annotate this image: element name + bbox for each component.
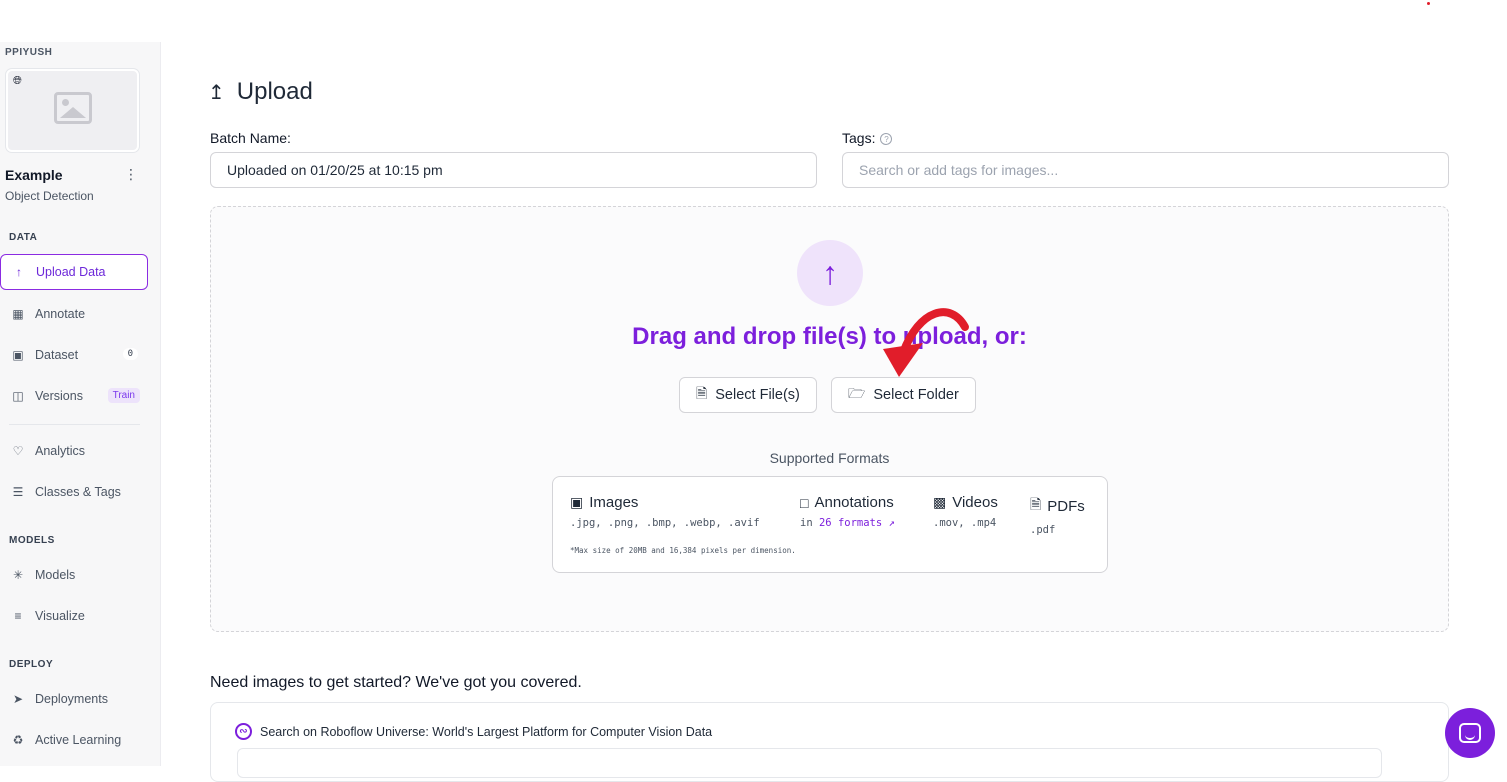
sidebar-item-label: Dataset <box>35 348 79 362</box>
chat-button[interactable] <box>1445 708 1495 758</box>
format-images-ext: .jpg, .png, .bmp, .webp, .avif <box>570 517 760 529</box>
analytics-icon: ♡ <box>12 444 24 458</box>
annotate-icon: ▦ <box>12 307 24 321</box>
universe-text: Search on Roboflow Universe: World's Lar… <box>260 724 713 739</box>
project-name: Example <box>5 167 63 183</box>
sidebar-item-models[interactable]: ✳ Models <box>0 557 148 593</box>
tags-input[interactable]: Search or add tags for images... <box>842 152 1449 188</box>
chat-icon <box>1459 723 1481 743</box>
image-placeholder-icon <box>54 92 92 124</box>
sidebar-item-visualize[interactable]: ≡ Visualize <box>0 598 148 634</box>
video-icon: ▩ <box>933 494 947 510</box>
folder-icon: 🗁︎ <box>848 385 866 401</box>
format-videos-title: Videos <box>952 494 998 511</box>
batch-name-input[interactable]: Uploaded on 01/20/25 at 10:15 pm <box>210 152 817 188</box>
page-title: ↥ Upload <box>208 78 313 106</box>
format-size-note: *Max size of 20MB and 16,384 pixels per … <box>570 546 796 555</box>
sidebar-item-label: Annotate <box>35 307 86 321</box>
sidebar-item-label: Classes & Tags <box>35 485 121 499</box>
sidebar-item-label: Analytics <box>35 444 86 458</box>
project-thumbnail[interactable]: 🌐︎ <box>6 69 139 152</box>
supported-formats-card: ▣ Images .jpg, .png, .bmp, .webp, .avif □… <box>552 476 1108 573</box>
sidebar-item-upload-data[interactable]: ↑ Upload Data <box>0 254 148 290</box>
upload-arrow-icon: ↑ <box>797 240 863 306</box>
help-icon[interactable]: ? <box>880 133 893 145</box>
section-data: DATA <box>9 232 38 243</box>
sidebar-item-label: Versions <box>35 389 83 403</box>
sidebar-divider <box>9 424 140 425</box>
file-icon: 🗎︎ <box>696 385 708 401</box>
versions-icon: ◫ <box>12 389 24 403</box>
sidebar-item-dataset[interactable]: ▣ Dataset 0 <box>0 337 148 373</box>
universe-row: ∾ Search on Roboflow Universe: World's L… <box>235 723 712 740</box>
annotation-icon: □ <box>800 494 809 511</box>
classes-icon: ☰ <box>12 485 24 499</box>
supported-formats-title: Supported Formats <box>769 450 890 466</box>
visualize-icon: ≡ <box>14 609 22 623</box>
upload-dropzone[interactable]: ↑ Drag and drop file(s) to upload, or: 🗎… <box>210 206 1449 632</box>
format-videos-ext: .mov, .mp4 <box>933 517 997 529</box>
train-badge: Train <box>107 388 140 403</box>
image-icon: ▣ <box>570 494 584 510</box>
globe-icon: 🌐︎ <box>13 75 22 87</box>
sidebar-item-label: Active Learning <box>35 733 122 747</box>
universe-logo-icon: ∾ <box>235 723 252 740</box>
upload-arrow-icon: ↥ <box>208 81 225 104</box>
section-deploy: DEPLOY <box>9 659 54 670</box>
sidebar-item-label: Visualize <box>35 609 85 623</box>
project-type: Object Detection <box>5 189 94 203</box>
format-annotations-ext: in 26 formats ↗ <box>800 517 895 529</box>
dataset-icon: ▣ <box>12 348 24 362</box>
active-learning-icon: ♻ <box>12 733 24 747</box>
page-title-text: Upload <box>236 78 313 105</box>
sidebar-item-versions[interactable]: ◫ Versions Train <box>0 378 148 414</box>
universe-card: ∾ Search on Roboflow Universe: World's L… <box>210 702 1449 782</box>
annotations-prefix: in <box>800 517 813 529</box>
drag-drop-text: Drag and drop file(s) to upload, or: <box>632 323 1027 350</box>
format-videos: ▩ Videos .mov, .mp4 <box>933 494 998 529</box>
sidebar-item-deployments[interactable]: ➤ Deployments <box>0 681 148 717</box>
tags-label: Tags:? <box>842 130 893 146</box>
sidebar-item-analytics[interactable]: ♡ Analytics <box>0 433 148 469</box>
workspace-name: PPIYUSH <box>5 47 53 58</box>
sidebar-item-label: Models <box>35 568 76 582</box>
annotation-arrow <box>883 308 969 377</box>
external-link-icon[interactable]: ↗ <box>889 517 895 529</box>
section-models: MODELS <box>9 535 55 546</box>
sidebar-item-label: Deployments <box>35 692 108 706</box>
format-annotations: □ Annotations in 26 formats ↗ <box>800 494 895 529</box>
need-images-heading: Need images to get started? We've got yo… <box>210 674 582 691</box>
annotation-formats-link[interactable]: 26 formats <box>819 517 882 529</box>
models-icon: ✳ <box>12 568 24 582</box>
format-images-title: Images <box>589 494 639 511</box>
universe-search-input[interactable] <box>237 748 1382 778</box>
select-folder-label: Select Folder <box>873 387 959 403</box>
format-pdfs: 🗎︎ PDFs .pdf <box>1030 494 1085 536</box>
format-pdfs-ext: .pdf <box>1030 524 1056 536</box>
format-annotations-title: Annotations <box>814 494 894 511</box>
format-pdfs-title: PDFs <box>1047 497 1085 515</box>
select-files-label: Select File(s) <box>715 387 800 403</box>
sidebar-item-active-learning[interactable]: ♻ Active Learning <box>0 722 148 758</box>
red-marker-dot <box>1427 2 1430 5</box>
batch-name-label: Batch Name: <box>210 130 291 146</box>
sidebar-item-annotate[interactable]: ▦ Annotate <box>0 296 148 332</box>
format-images: ▣ Images .jpg, .png, .bmp, .webp, .avif <box>570 494 760 529</box>
dataset-count-badge: 0 <box>122 348 138 360</box>
sidebar-item-classes-tags[interactable]: ☰ Classes & Tags <box>0 474 148 510</box>
upload-arrow-icon: ↑ <box>16 265 22 279</box>
select-files-button[interactable]: 🗎︎ Select File(s) <box>679 377 817 413</box>
kebab-icon[interactable]: ⋮ <box>124 166 138 183</box>
pdf-icon: 🗎︎ <box>1030 496 1042 512</box>
deployments-icon: ➤ <box>12 692 24 706</box>
sidebar: PPIYUSH 🌐︎ Example ⋮ Object Detection DA… <box>0 42 161 766</box>
tags-label-text: Tags: <box>842 130 876 146</box>
sidebar-item-label: Upload Data <box>36 265 106 279</box>
